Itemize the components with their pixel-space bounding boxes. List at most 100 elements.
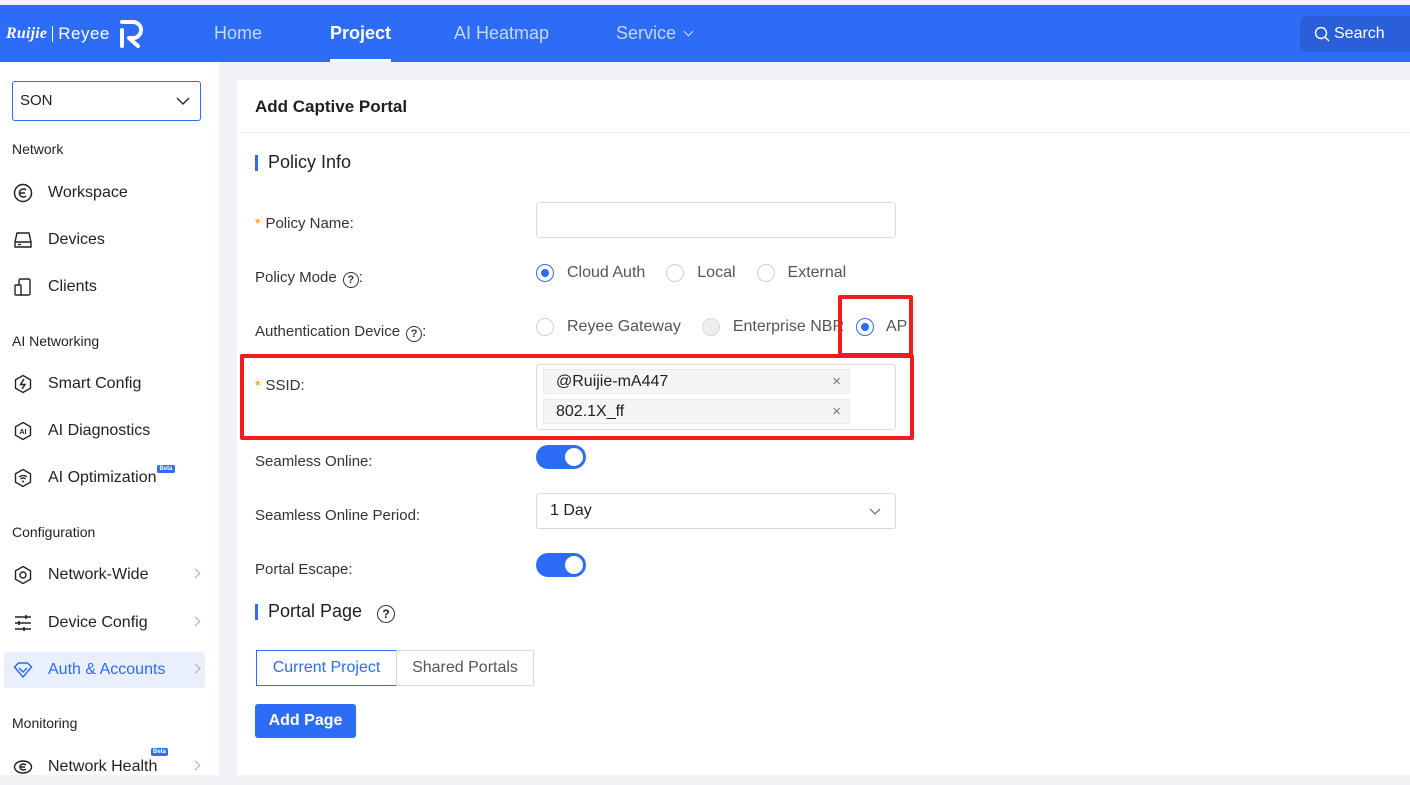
section-portal-page-title: Portal Page	[268, 601, 363, 621]
project-select[interactable]: SON	[12, 81, 201, 121]
seamless-period-select[interactable]: 1 Day	[536, 493, 896, 529]
sidebar-item-label: Smart Config	[48, 375, 142, 392]
search-input[interactable]: Search	[1300, 16, 1410, 52]
sidebar-item-workspace[interactable]: Workspace	[4, 175, 205, 211]
workspace-icon	[12, 182, 34, 204]
radio-button[interactable]	[536, 318, 554, 336]
search-placeholder: Search	[1334, 25, 1385, 42]
seamless-period-label-text: Seamless Online Period	[255, 507, 416, 524]
chevron-down-icon	[176, 97, 190, 106]
highlight-box-ssid	[240, 354, 914, 440]
radio-label: Local	[697, 264, 736, 281]
radio-enterprise-nbr[interactable]: Enterprise NBR	[701, 318, 844, 336]
tab-shared-portals[interactable]: Shared Portals	[396, 650, 534, 686]
help-icon[interactable]: ?	[342, 272, 359, 288]
policy-name-label-text: Policy Name	[265, 215, 350, 232]
network-wide-icon	[12, 564, 34, 586]
ai-diagnostics-icon: AI	[12, 420, 34, 442]
radio-local[interactable]: Local	[666, 264, 736, 282]
project-select-value: SON	[20, 92, 53, 109]
seamless-online-label-text: Seamless Online	[255, 453, 369, 470]
radio-cloud-auth[interactable]: Cloud Auth	[536, 264, 645, 282]
sidebar-item-label: Clients	[48, 278, 97, 295]
section-monitoring: Monitoring	[12, 715, 78, 731]
radio-external[interactable]: External	[756, 264, 847, 282]
chevron-right-icon	[190, 616, 201, 627]
sidebar-item-label: Auth & Accounts	[48, 661, 166, 678]
seamless-online-label: Seamless Online:	[255, 453, 373, 470]
portal-escape-label: Portal Escape:	[255, 561, 353, 578]
radio-label: External	[787, 264, 847, 281]
policy-name-input[interactable]	[536, 202, 896, 238]
help-icon[interactable]: ?	[377, 605, 396, 623]
card-header: Add Captive Portal	[237, 80, 1410, 133]
radio-button[interactable]	[666, 264, 685, 282]
help-icon[interactable]: ?	[406, 326, 423, 342]
policy-mode-radio-group: Cloud Auth Local External	[536, 264, 867, 282]
sidebar-item-label: Network Health	[48, 758, 158, 775]
radio-button[interactable]	[756, 264, 775, 282]
chevron-right-icon	[190, 568, 201, 579]
sidebar-item-devices[interactable]: Devices	[4, 222, 205, 258]
top-navbar: Ruijie Reyee Home Project AI Heatmap Ser…	[0, 5, 1410, 62]
nav-service[interactable]: Service	[616, 5, 694, 62]
reyee-logo-icon	[119, 20, 143, 48]
page-title: Add Captive Portal	[255, 97, 408, 116]
beta-badge: Beta	[157, 465, 175, 473]
chevron-down-icon	[683, 26, 694, 37]
tab-current-project[interactable]: Current Project	[256, 650, 397, 686]
sidebar: SON Network Workspace Devices Clients AI…	[0, 62, 219, 775]
chevron-down-icon	[869, 508, 881, 515]
add-page-button[interactable]: Add Page	[255, 704, 356, 738]
sidebar-item-smart-config[interactable]: Smart Config	[4, 366, 205, 402]
radio-button[interactable]	[536, 264, 554, 282]
section-portal-page: Portal Page ?	[255, 601, 396, 623]
smart-config-icon	[12, 373, 34, 395]
nav-service-label: Service	[616, 23, 677, 43]
sidebar-item-ai-diagnostics[interactable]: AI AI Diagnostics	[4, 413, 205, 449]
nav-project[interactable]: Project	[330, 5, 392, 62]
policy-mode-label: Policy Mode?:	[255, 269, 363, 288]
sidebar-item-device-config[interactable]: Device Config	[4, 605, 205, 641]
sidebar-item-auth-accounts[interactable]: Auth & Accounts	[4, 652, 205, 688]
nav-home[interactable]: Home	[214, 5, 262, 62]
brand-logo[interactable]: Ruijie Reyee	[6, 19, 146, 49]
sidebar-item-label: Device Config	[48, 614, 148, 631]
radio-label: Cloud Auth	[567, 264, 646, 281]
sidebar-item-label: AI Optimization	[48, 469, 157, 486]
portal-escape-toggle[interactable]	[536, 553, 586, 577]
clients-icon	[12, 276, 34, 298]
seamless-period-value: 1 Day	[550, 502, 592, 519]
radio-label: Reyee Gateway	[567, 318, 681, 335]
highlight-box-ap	[838, 295, 913, 357]
sidebar-item-label: AI Diagnostics	[48, 422, 151, 439]
svg-text:AI: AI	[20, 429, 27, 436]
auth-device-label: Authentication Device?:	[255, 323, 427, 342]
seamless-online-toggle[interactable]	[536, 445, 586, 469]
required-marker: *	[255, 215, 261, 231]
auth-device-label-text: Authentication Device	[255, 323, 401, 340]
ai-optimization-icon	[12, 467, 34, 489]
section-policy-info: Policy Info	[255, 152, 351, 173]
devices-icon	[12, 229, 34, 251]
seamless-period-label: Seamless Online Period:	[255, 507, 421, 524]
sidebar-item-ai-optimization[interactable]: AI Optimization Beta	[4, 460, 205, 496]
chevron-right-icon	[190, 663, 201, 674]
policy-mode-label-text: Policy Mode	[255, 269, 337, 286]
nav-ai-heatmap[interactable]: AI Heatmap	[454, 5, 549, 62]
radio-label: Enterprise NBR	[732, 318, 844, 335]
brand-name: Ruijie	[6, 25, 48, 42]
sidebar-item-label: Devices	[48, 231, 105, 248]
section-configuration: Configuration	[12, 524, 96, 540]
sidebar-item-network-health[interactable]: Network Health Beta	[4, 748, 205, 785]
radio-reyee-gateway[interactable]: Reyee Gateway	[536, 318, 681, 336]
logo-divider	[52, 26, 54, 42]
sidebar-item-clients[interactable]: Clients	[4, 269, 205, 305]
chevron-right-icon	[190, 760, 201, 771]
auth-accounts-icon	[12, 659, 34, 681]
sidebar-item-label: Workspace	[48, 184, 128, 201]
radio-button[interactable]	[701, 318, 720, 336]
beta-badge: Beta	[151, 748, 169, 756]
sidebar-item-network-wide[interactable]: Network-Wide	[4, 557, 205, 593]
section-network: Network	[12, 141, 64, 157]
